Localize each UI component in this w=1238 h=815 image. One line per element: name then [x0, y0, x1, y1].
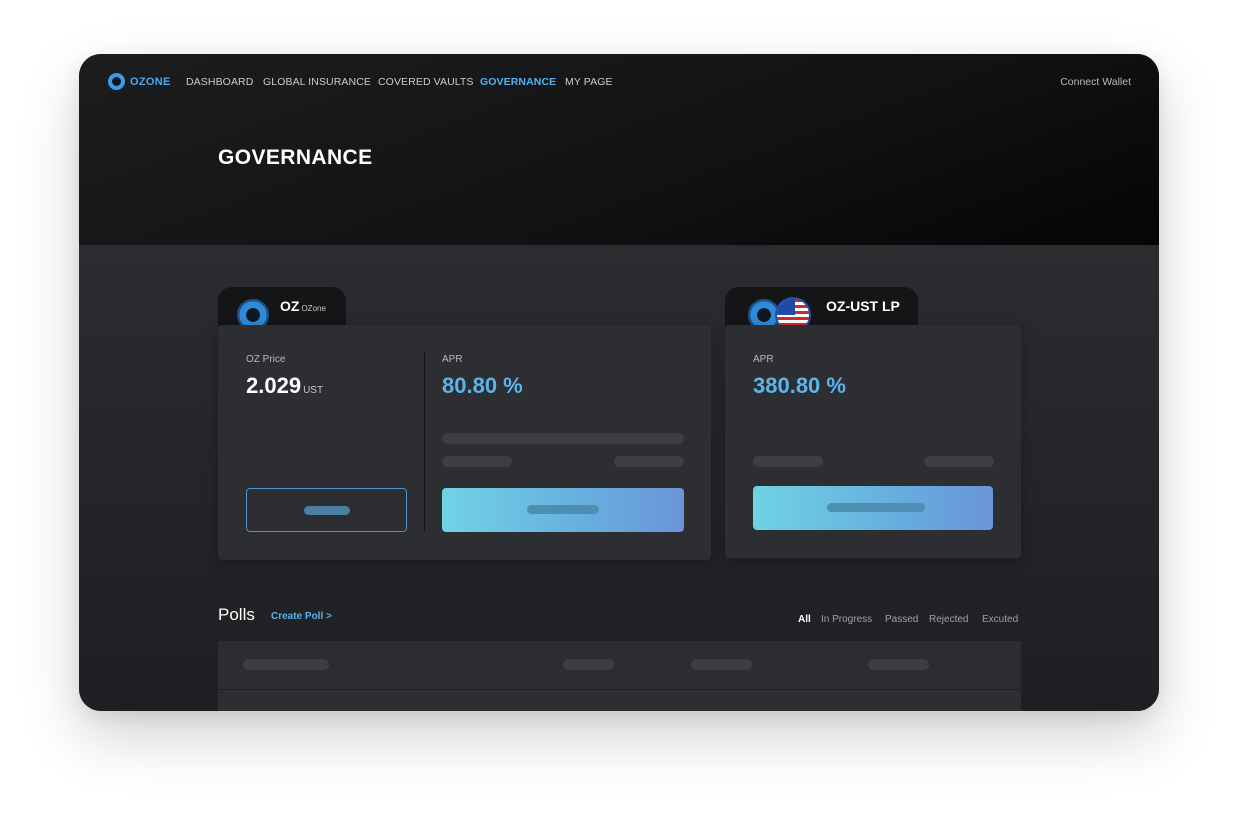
filter-passed[interactable]: Passed — [885, 614, 918, 625]
button-label-placeholder — [827, 503, 925, 512]
filter-rejected[interactable]: Rejected — [929, 614, 968, 625]
lp-info-placeholder — [924, 456, 994, 467]
lp-apr-label: APR — [753, 354, 774, 365]
column-header-placeholder — [563, 659, 614, 670]
oz-stake-button[interactable] — [442, 488, 684, 532]
filter-all[interactable]: All — [798, 614, 811, 625]
lp-info-placeholder — [753, 456, 823, 467]
oz-info-placeholder — [442, 433, 684, 444]
lp-ticker: OZ-UST LP — [826, 298, 900, 314]
nav-item-governance[interactable]: GOVERNANCE — [480, 76, 556, 88]
nav-item-my-page[interactable]: MY PAGE — [565, 76, 613, 88]
oz-info-placeholder — [614, 456, 684, 467]
column-header-placeholder — [868, 659, 929, 670]
page-title: GOVERNANCE — [218, 146, 373, 169]
ozone-logo-icon — [108, 73, 125, 90]
table-row[interactable] — [218, 690, 1021, 711]
oz-ticker-symbol: OZ — [280, 298, 300, 314]
button-label-placeholder — [527, 505, 599, 514]
nav-item-global-insurance[interactable]: GLOBAL INSURANCE — [263, 76, 371, 88]
nav-item-dashboard[interactable]: DASHBOARD — [186, 76, 253, 88]
filter-excuted[interactable]: Excuted — [982, 614, 1018, 625]
column-header-placeholder — [691, 659, 752, 670]
polls-title: Polls — [218, 605, 255, 624]
card-divider — [424, 352, 425, 532]
oz-price-label: OZ Price — [246, 354, 286, 365]
oz-secondary-button[interactable] — [246, 488, 407, 532]
lp-stake-button[interactable] — [753, 486, 993, 530]
nav-item-covered-vaults[interactable]: COVERED VAULTS — [378, 76, 474, 88]
polls-table-header — [218, 641, 1021, 689]
oz-ticker: OZ OZone — [280, 298, 326, 314]
button-label-placeholder — [304, 506, 350, 515]
filter-in-progress[interactable]: In Progress — [821, 614, 872, 625]
oz-price-unit: UST — [303, 385, 324, 396]
connect-wallet-button[interactable]: Connect Wallet — [1060, 76, 1131, 88]
lp-apr-value: 380.80 % — [753, 373, 846, 398]
oz-apr-label: APR — [442, 354, 463, 365]
top-nav: OZONE DASHBOARD GLOBAL INSURANCE COVERED… — [79, 54, 1159, 110]
logo[interactable]: OZONE — [108, 73, 171, 90]
column-header-placeholder — [243, 659, 329, 670]
oz-ticker-name: OZone — [301, 304, 326, 313]
app-window: OZONE DASHBOARD GLOBAL INSURANCE COVERED… — [79, 54, 1159, 711]
logo-text: OZONE — [130, 75, 171, 88]
oz-price-value: 2.029 — [246, 373, 302, 398]
create-poll-link[interactable]: Create Poll > — [271, 611, 332, 622]
oz-info-placeholder — [442, 456, 512, 467]
oz-apr-value: 80.80 % — [442, 373, 523, 398]
oz-price: 2.029 UST — [246, 373, 323, 399]
